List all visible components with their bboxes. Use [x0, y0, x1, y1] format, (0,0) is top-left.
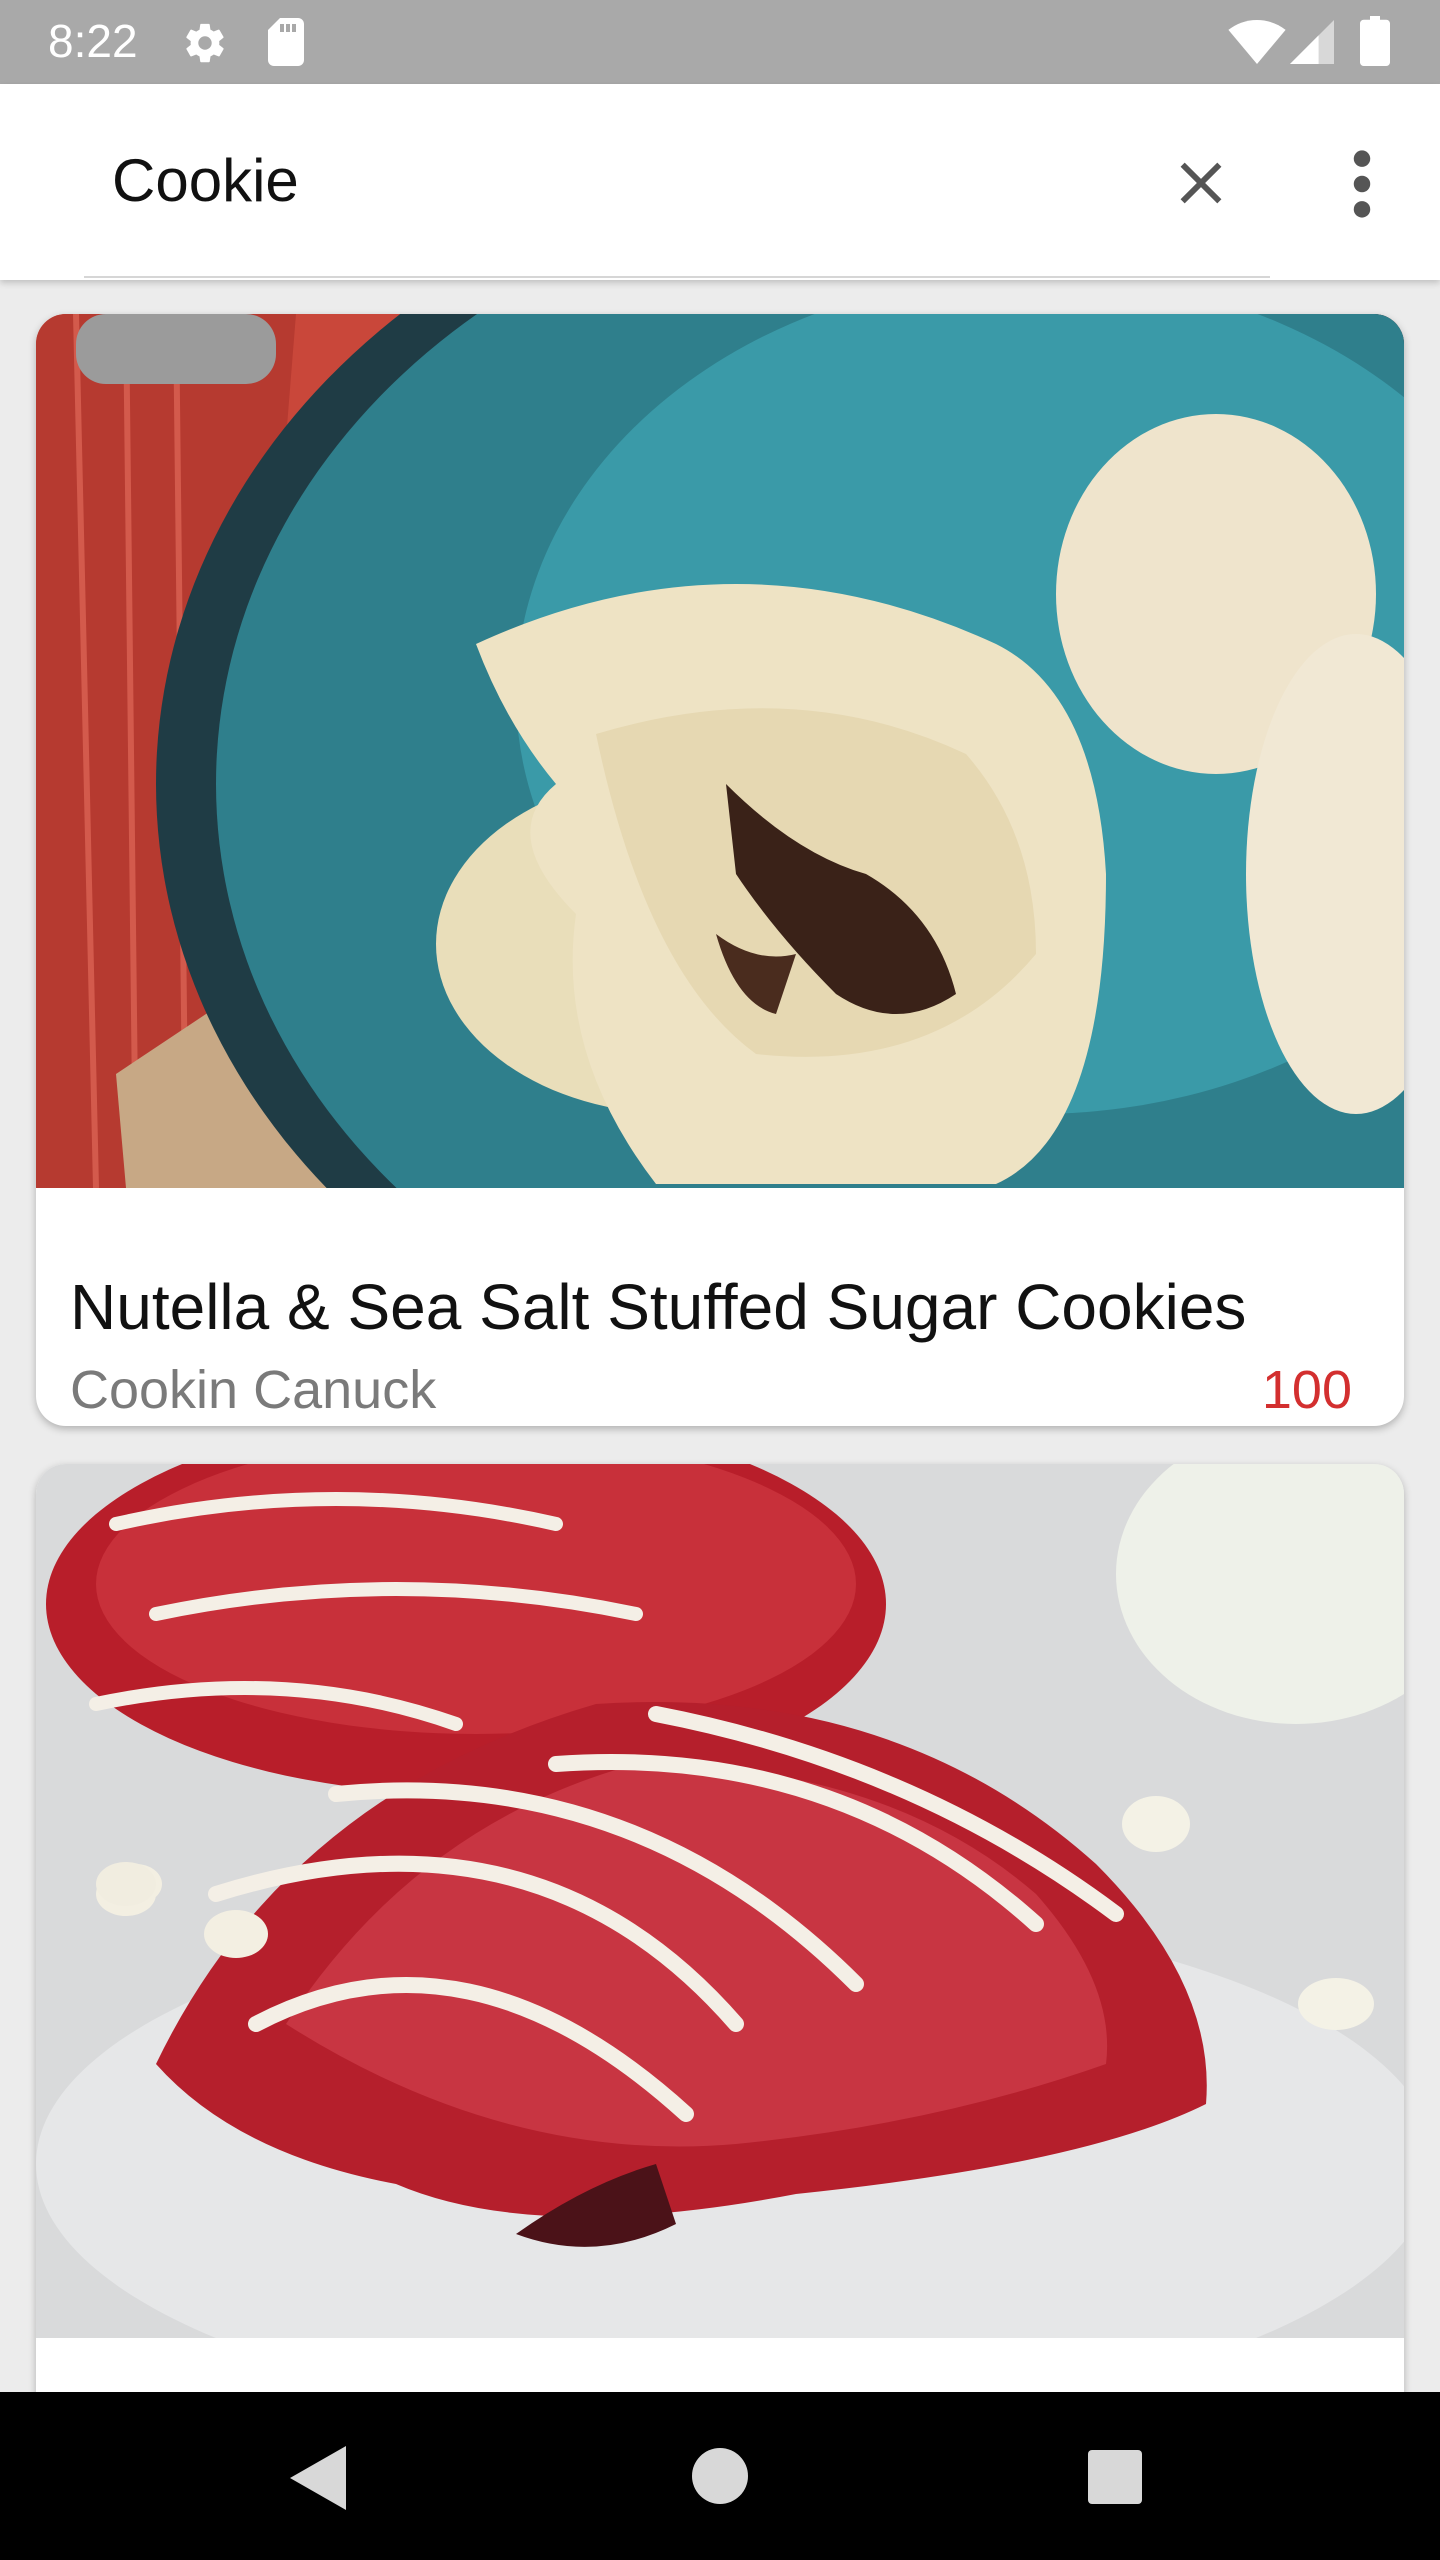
sd-card-icon — [268, 18, 304, 66]
recipe-card[interactable]: Nutella & Sea Salt Stuffed Sugar Cookies… — [36, 314, 1404, 1426]
recipe-title: Nutella & Sea Salt Stuffed Sugar Cookies — [70, 1271, 1247, 1343]
wifi-icon — [1228, 20, 1286, 64]
back-icon[interactable] — [290, 2446, 350, 2510]
recents-icon[interactable] — [1088, 2450, 1142, 2504]
results-list: Nutella & Sea Salt Stuffed Sugar Cookies… — [0, 280, 1440, 2392]
home-icon[interactable] — [692, 2448, 748, 2504]
battery-icon — [1360, 16, 1390, 66]
recipe-image — [36, 1464, 1404, 2338]
recipe-image — [36, 314, 1404, 1188]
close-icon[interactable] — [1166, 148, 1236, 218]
search-underline — [84, 276, 1270, 278]
gear-icon — [186, 23, 224, 63]
recipe-score: 100 — [1261, 1360, 1352, 1420]
status-bar: 8:22 — [0, 0, 1440, 84]
recipe-card[interactable] — [36, 1464, 1404, 2392]
search-input[interactable]: Cookie — [112, 146, 299, 215]
recipe-source: Cookin Canuck — [70, 1360, 437, 1420]
signal-icon — [1290, 20, 1334, 64]
navigation-bar — [0, 2392, 1440, 2560]
screen: 8:22 Cookie Nutella & Sea Salt Stuffed S… — [0, 0, 1440, 2560]
status-time: 8:22 — [48, 15, 138, 67]
more-vert-icon[interactable] — [1336, 146, 1388, 222]
search-bar: Cookie — [0, 84, 1440, 280]
